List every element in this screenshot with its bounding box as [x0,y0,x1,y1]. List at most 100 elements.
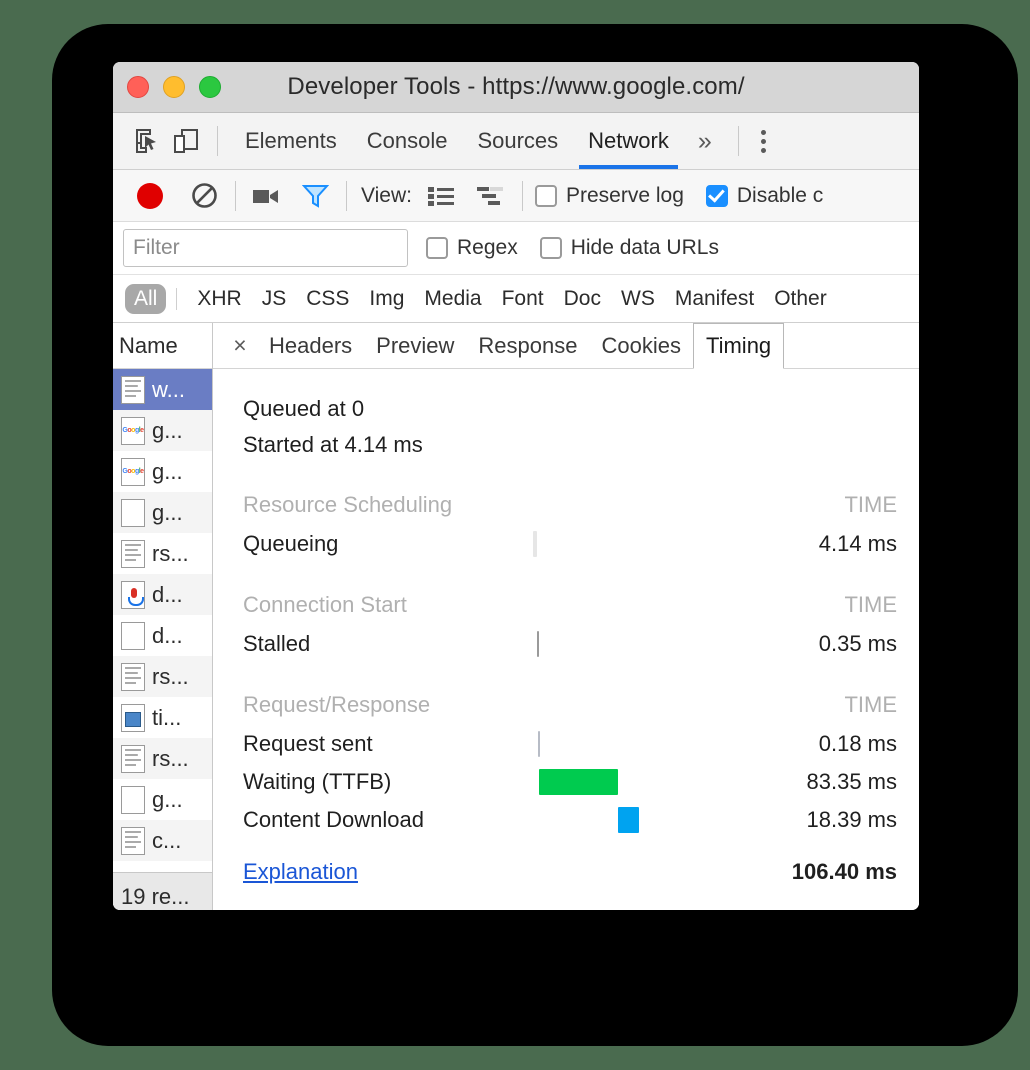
close-icon[interactable]: × [223,323,257,368]
timing-row: Content Download 18.39 ms [243,801,897,839]
camera-icon[interactable] [248,177,286,215]
detail-tab-timing[interactable]: Timing [692,323,785,369]
blank-file-icon [121,621,145,650]
queued-at-text: Queued at 0 [243,396,365,421]
timing-time-header: TIME [844,692,897,717]
google-image-icon: Google [121,457,145,486]
document-icon [121,539,145,568]
list-item-label: g... [152,786,183,812]
list-view-icon[interactable] [422,177,460,215]
column-header-name[interactable]: Name [113,323,212,369]
google-image-icon: Google [121,416,145,445]
list-item-label: rs... [152,663,189,689]
timing-footer: Explanation 106.40 ms [243,859,897,885]
filter-input[interactable] [123,229,408,267]
list-item[interactable]: c... [113,820,212,861]
list-item[interactable]: g... [113,492,212,533]
hide-data-urls-checkbox[interactable] [539,237,562,259]
detail-tab-headers[interactable]: Headers [257,323,364,368]
timing-section-name: Connection Start [243,592,407,617]
more-panels-icon[interactable]: » [684,127,726,156]
toolbar-divider-2 [737,126,739,156]
kebab-menu-icon[interactable] [760,129,766,153]
list-item-label: c... [152,827,182,853]
type-filter-ws[interactable]: WS [611,287,665,311]
list-item[interactable]: d... [113,615,212,656]
type-filter-doc[interactable]: Doc [554,287,611,311]
timing-section-name: Request/Response [243,692,431,717]
list-item[interactable]: Go o g l e g... [113,451,212,492]
type-filter-other[interactable]: Other [764,287,837,311]
regex-checkbox[interactable] [426,237,448,259]
type-filter-img[interactable]: Img [359,287,414,311]
list-item-label: d... [152,581,183,607]
image-file-icon [121,703,145,732]
record-icon[interactable] [131,177,169,215]
type-filter-xhr[interactable]: XHR [187,287,251,311]
list-item-label: g... [152,499,183,525]
preserve-log-checkbox[interactable] [534,184,557,207]
list-item[interactable]: Go o g l e g... [113,410,212,451]
device-toolbar-icon[interactable] [167,122,205,160]
detail-tab-response[interactable]: Response [466,323,589,368]
timing-time-header: TIME [844,592,897,617]
timing-bar [537,631,539,657]
blank-file-icon [121,498,145,527]
tab-console[interactable]: Console [352,113,463,169]
clear-icon[interactable] [185,177,223,215]
timing-bar [538,769,618,795]
type-filter-font[interactable]: Font [492,287,554,311]
timing-view: Queued at 0 Started at 4.14 ms Resource … [213,369,919,910]
timing-row: Queueing 4.14 ms [243,525,897,563]
type-filter-css[interactable]: CSS [296,287,359,311]
detail-tab-preview[interactable]: Preview [364,323,466,368]
list-item[interactable]: w... [113,369,212,410]
disable-cache-checkbox[interactable] [705,184,728,207]
timing-bar [617,807,640,833]
filter-funnel-icon[interactable] [296,177,334,215]
list-item[interactable]: rs... [113,656,212,697]
timing-time-header: TIME [844,492,897,517]
type-filter-manifest[interactable]: Manifest [665,287,764,311]
view-label: View: [361,183,412,207]
timing-sections: Resource Scheduling TIME Queueing 4.14 ms Co… [243,463,897,839]
document-icon [121,744,145,773]
timing-row-value: 0.18 ms [818,731,897,756]
blank-file-icon [121,785,145,814]
resource-type-filters: All XHR JS CSS Img Media Font Doc WS Man… [113,275,919,323]
nettool-divider-3 [521,180,523,211]
network-toolbar: View: Preserve log Disable c [113,170,919,222]
explanation-link[interactable]: Explanation [243,859,358,885]
tab-sources[interactable]: Sources [462,113,573,169]
title-bar: Developer Tools - https://www.google.com… [113,62,919,113]
list-item[interactable]: d... [113,574,212,615]
tab-network[interactable]: Network [573,113,684,169]
list-item[interactable]: ti... [113,697,212,738]
inspect-cursor-icon[interactable] [129,122,167,160]
disable-cache-label: Disable c [736,183,824,207]
waterfall-view-icon[interactable] [472,177,510,215]
timing-row-value: 18.39 ms [806,807,898,832]
timing-row-label: Request sent [243,731,373,756]
list-item[interactable]: rs... [113,533,212,574]
document-icon [121,375,145,404]
type-filter-js[interactable]: JS [252,287,297,311]
timing-section-header: Request/Response TIME [243,685,897,725]
timing-row: Stalled 0.35 ms [243,625,897,663]
screen: Developer Tools - https://www.google.com… [0,0,1030,1070]
requests-list[interactable]: w... Go o g l e g... Go o g l e g... g... rs... d... d..… [113,369,212,872]
detail-tab-cookies[interactable]: Cookies [589,323,692,368]
list-item[interactable]: rs... [113,738,212,779]
type-filter-all[interactable]: All [125,283,167,314]
list-item-label: g... [152,458,183,484]
type-filter-media[interactable]: Media [414,287,491,311]
document-icon [121,826,145,855]
nettool-divider-1 [235,180,236,211]
timing-row-value: 83.35 ms [806,769,898,794]
list-item[interactable]: g... [113,779,212,820]
started-at-text: Started at 4.14 ms [243,432,423,457]
timing-bar-track [533,801,747,839]
timing-row: Waiting (TTFB) 83.35 ms [243,763,897,801]
timing-row-label: Stalled [243,631,311,656]
tab-elements[interactable]: Elements [230,113,352,169]
